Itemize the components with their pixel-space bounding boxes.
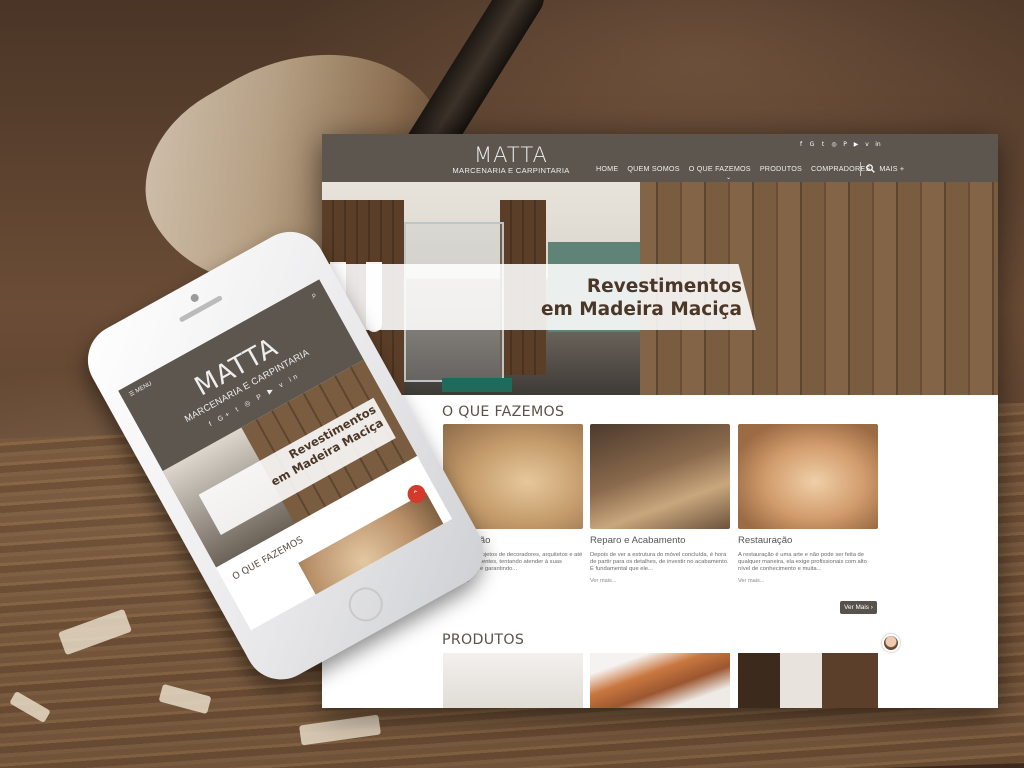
card-desc: A restauração é uma arte e não pode ser … xyxy=(738,552,867,573)
camera-icon xyxy=(189,292,201,304)
menu-button[interactable]: ☰ MENU xyxy=(128,380,153,398)
chat-avatar[interactable] xyxy=(882,634,900,652)
facebook-icon[interactable]: f xyxy=(797,141,805,149)
pinterest-icon[interactable]: P xyxy=(841,141,849,149)
desktop-mockup: MATTA MARCENARIA E CARPINTARIA f G t ◎ P… xyxy=(322,134,998,708)
card-desc: Depois de ver a estrutura do móvel concl… xyxy=(590,552,729,573)
home-button[interactable] xyxy=(342,581,389,628)
nav-what-we-do[interactable]: O QUE FAZEMOS xyxy=(689,164,751,173)
product-image[interactable] xyxy=(590,653,730,708)
nav-products[interactable]: PRODUTOS xyxy=(760,164,802,173)
search-icon[interactable]: ⌕ xyxy=(309,289,319,301)
service-card[interactable]: Restauração A restauração é uma arte e n… xyxy=(738,424,878,584)
chevron-down-icon: ⌄ xyxy=(726,175,732,181)
main-nav: HOME QUEM SOMOS O QUE FAZEMOS PRODUTOS C… xyxy=(596,164,904,181)
section-title-products: PRODUTOS xyxy=(442,632,525,648)
card-more-link[interactable]: Ver mais... xyxy=(738,578,878,584)
card-title[interactable]: Restauração xyxy=(738,535,878,546)
site-header: MATTA MARCENARIA E CARPINTARIA f G t ◎ P… xyxy=(322,134,998,182)
linkedin-icon[interactable]: in xyxy=(874,141,882,149)
logo-subtitle: MARCENARIA E CARPINTARIA xyxy=(452,166,570,175)
menu-label: MENU xyxy=(134,380,154,395)
speaker-grille xyxy=(178,295,223,323)
twitter-icon[interactable]: t xyxy=(819,141,827,149)
hero-caption: Revestimentos em Madeira Maciça xyxy=(492,275,742,321)
search-icon[interactable] xyxy=(866,164,875,173)
card-image xyxy=(590,424,730,529)
social-links: f G t ◎ P ▶ v in xyxy=(797,141,882,149)
google-plus-icon[interactable]: G xyxy=(808,141,816,149)
instagram-icon[interactable]: ◎ xyxy=(830,141,838,149)
card-image xyxy=(738,424,878,529)
product-image[interactable] xyxy=(738,653,878,708)
logo-title: MATTA xyxy=(474,143,548,167)
bath-mat xyxy=(442,378,512,392)
nav-about[interactable]: QUEM SOMOS xyxy=(627,164,679,173)
product-image[interactable] xyxy=(443,653,583,708)
hero-line-2: em Madeira Maciça xyxy=(541,299,742,320)
hero-banner: Revestimentos em Madeira Maciça xyxy=(322,182,998,395)
youtube-icon[interactable]: ▶ xyxy=(852,141,860,149)
section-title-what-we-do: O QUE FAZEMOS xyxy=(442,404,565,420)
site-logo[interactable]: MATTA MARCENARIA E CARPINTARIA xyxy=(444,145,578,176)
hero-line-1: Revestimentos xyxy=(586,276,742,297)
vimeo-icon[interactable]: v xyxy=(863,141,871,149)
card-title[interactable]: Reparo e Acabamento xyxy=(590,535,730,546)
nav-home[interactable]: HOME xyxy=(596,164,618,173)
service-card[interactable]: Reparo e Acabamento Depois de ver a estr… xyxy=(590,424,730,584)
card-more-link[interactable]: Ver mais... xyxy=(590,578,730,584)
nav-buyers[interactable]: COMPRADORES xyxy=(811,164,870,173)
divider xyxy=(860,162,861,176)
see-more-button[interactable]: Ver Mais › xyxy=(840,601,877,614)
nav-more[interactable]: MAIS + xyxy=(879,164,904,173)
